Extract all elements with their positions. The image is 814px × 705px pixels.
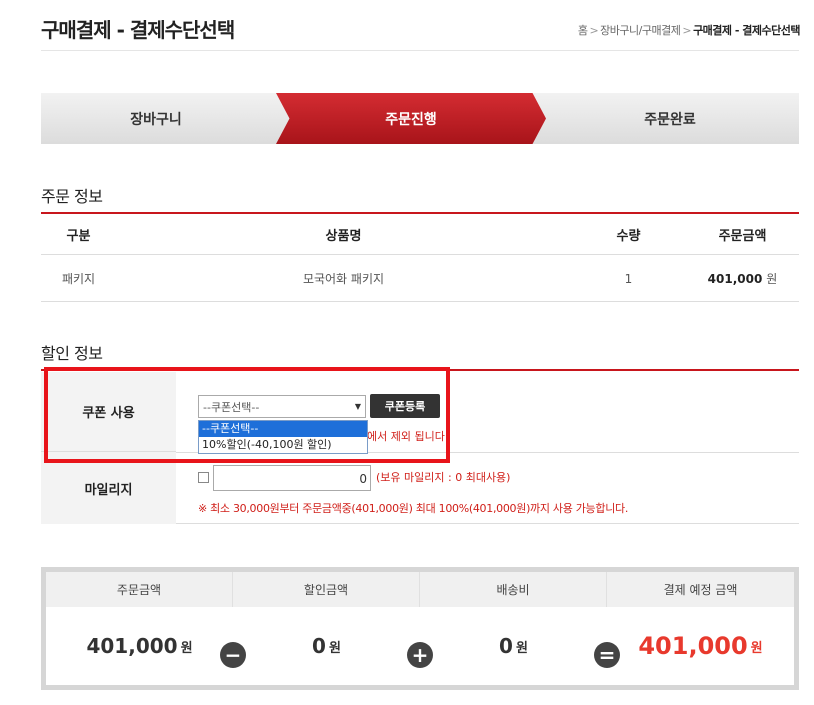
summary-discount-label: 할인금액 [233, 572, 420, 607]
summary-shipping-label: 배송비 [420, 572, 607, 607]
mileage-note: ※ 최소 30,000원부터 주문금액중(401,000원) 최대 100%(4… [198, 502, 629, 515]
step-order-progress-label: 주문진행 [385, 111, 437, 128]
header-product: 상품명 [325, 229, 362, 244]
step-order-progress: 주문진행 [276, 93, 546, 144]
breadcrumb-home[interactable]: 홈 [578, 24, 588, 37]
mileage-input[interactable]: 0 [213, 465, 371, 491]
checkout-steps: 장바구니 주문완료 주문진행 [41, 93, 799, 144]
summary-total: 결제 예정 금액 401,000 원 [607, 572, 794, 685]
row-qty: 1 [624, 271, 633, 286]
summary-total-value: 401,000 원 [607, 607, 794, 685]
plus-icon: + [407, 642, 433, 668]
summary-order-amount: 주문금액 401,000 원 [46, 572, 233, 685]
minus-icon: − [220, 642, 246, 668]
shipping-amount-number: 0 [499, 634, 513, 658]
header-type: 구분 [66, 229, 91, 244]
table-row: 패키지 모국어화 패키지 1 401,000 원 [41, 256, 799, 302]
title-divider [41, 50, 799, 51]
step-cart-label: 장바구니 [130, 111, 182, 128]
row-product-name: 모국어화 패키지 [302, 272, 385, 286]
order-amount-unit: 원 [180, 640, 193, 656]
payment-summary: 주문금액 401,000 원 할인금액 0원 배송비 0원 결제 예정 금액 40… [41, 567, 799, 690]
order-table-header: 구분 상품명 수량 주문금액 [41, 215, 799, 255]
order-info-divider [41, 212, 799, 214]
summary-shipping-value: 0원 [420, 607, 607, 685]
row-amount-unit: 원 [766, 272, 778, 286]
page-title: 구매결제 - 결제수단선택 [41, 18, 235, 42]
breadcrumb-separator: > [682, 24, 692, 37]
discount-amount-number: 0 [312, 634, 326, 658]
order-amount-number: 401,000 [86, 634, 178, 658]
breadcrumb-cart[interactable]: 장바구니/구매결제 [600, 24, 681, 37]
total-amount-number: 401,000 [638, 632, 748, 660]
equals-icon: = [594, 642, 620, 668]
row-amount-value: 401,000 [707, 271, 763, 286]
breadcrumb-current: 구매결제 - 결제수단선택 [693, 24, 800, 37]
step-cart: 장바구니 [41, 93, 291, 144]
summary-order-amount-label: 주문금액 [46, 572, 233, 607]
shipping-amount-unit: 원 [515, 640, 528, 656]
discount-info-title: 할인 정보 [41, 344, 103, 363]
breadcrumb-separator: > [589, 24, 599, 37]
header-amount: 주문금액 [718, 229, 767, 244]
summary-discount-amount: 할인금액 0원 [233, 572, 420, 685]
summary-discount-value: 0원 [233, 607, 420, 685]
mileage-info: (보유 마일리지 : 0 최대사용) [376, 471, 511, 484]
order-info-title: 주문 정보 [41, 187, 103, 206]
breadcrumb: 홈 > 장바구니/구매결제 > 구매결제 - 결제수단선택 [578, 22, 801, 38]
summary-shipping: 배송비 0원 [420, 572, 607, 685]
header-qty: 수량 [616, 229, 641, 244]
step-complete: 주문완료 [531, 93, 799, 144]
highlight-box [44, 367, 450, 463]
mileage-checkbox[interactable] [198, 472, 209, 483]
summary-total-label: 결제 예정 금액 [607, 572, 794, 607]
row-amount: 401,000 원 [686, 256, 799, 301]
step-complete-label: 주문완료 [644, 111, 696, 128]
discount-amount-unit: 원 [328, 640, 341, 656]
total-amount-unit: 원 [750, 640, 763, 656]
row-type: 패키지 [61, 272, 96, 286]
summary-order-amount-value: 401,000 원 [46, 607, 233, 685]
